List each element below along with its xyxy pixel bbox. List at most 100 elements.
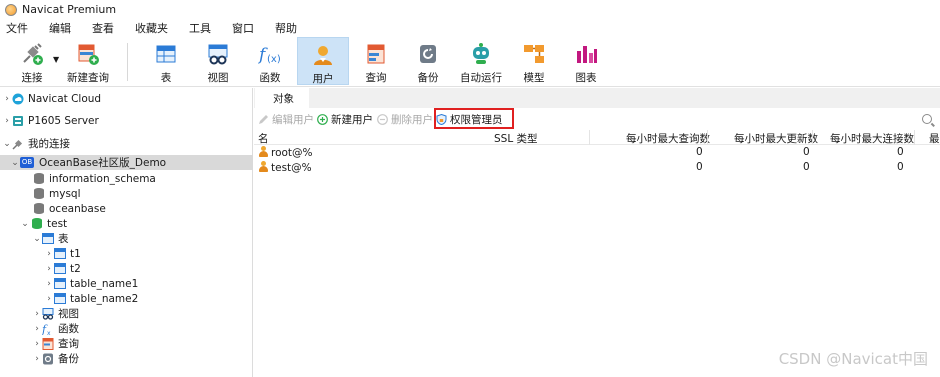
grid-header: 名 SSL 类型 每小时最大查询数 每小时最大更新数 每小时最大连接数 最 <box>254 130 940 145</box>
view-icon <box>206 42 230 66</box>
model-icon <box>522 42 546 66</box>
row-name-cell: root@% <box>258 146 313 159</box>
delete-user-button[interactable]: 删除用户 <box>377 111 433 128</box>
view-icon <box>42 307 54 320</box>
search-icon[interactable] <box>922 114 932 124</box>
column-divider[interactable] <box>914 130 915 145</box>
objects-panel: 对象 编辑用户 新建用户 删除用户 权限管理员 名 SSL 类型 每小时最大查询… <box>254 88 940 377</box>
collapse-chevron-icon[interactable]: ⌄ <box>2 139 12 149</box>
table-row[interactable]: test@% 0 0 0 <box>254 160 940 175</box>
tree-item-my-connections[interactable]: ⌄ 我的连接 <box>0 136 253 151</box>
backup-button[interactable]: 备份 <box>408 37 448 85</box>
tree-item-table[interactable]: › t2 <box>0 261 253 276</box>
tab-objects[interactable]: 对象 <box>255 88 309 108</box>
column-header-max-queries[interactable]: 每小时最大查询数 <box>626 131 710 146</box>
collapse-chevron-icon[interactable]: ⌄ <box>32 234 42 244</box>
new-user-button[interactable]: 新建用户 <box>317 111 373 128</box>
menu-file[interactable]: 文件 <box>0 20 35 36</box>
robot-icon <box>469 42 493 66</box>
add-circle-icon <box>317 114 328 125</box>
tree-item-tables[interactable]: ⌄ 表 <box>0 231 253 246</box>
view-button[interactable]: 视图 <box>198 37 238 85</box>
collapse-chevron-icon[interactable]: ⌄ <box>20 219 30 229</box>
query-button[interactable]: 查询 <box>356 37 396 85</box>
expand-chevron-icon[interactable]: › <box>32 339 42 349</box>
tree-item-queries[interactable]: › 查询 <box>0 336 253 351</box>
tree-item-views[interactable]: › 视图 <box>0 306 253 321</box>
menu-tools[interactable]: 工具 <box>183 20 218 36</box>
connect-label: 连接 <box>21 72 43 84</box>
tree-item-database[interactable]: oceanbase <box>0 201 253 216</box>
navigator-sidebar: › Navicat Cloud › P1605 Server ⌄ 我的连接 ⌄ … <box>0 88 253 377</box>
tree-item-backups[interactable]: › 备份 <box>0 351 253 366</box>
pencil-icon <box>258 114 269 125</box>
tree-item-table[interactable]: › table_name1 <box>0 276 253 291</box>
tree-label: information_schema <box>49 172 156 185</box>
tree-item-p1605-server[interactable]: › P1605 Server <box>0 113 253 128</box>
connect-dropdown-icon[interactable]: ▼ <box>53 55 59 64</box>
tree-item-database[interactable]: information_schema <box>0 171 253 186</box>
expand-chevron-icon[interactable]: › <box>32 354 42 364</box>
column-header-max-updates[interactable]: 每小时最大更新数 <box>734 131 818 146</box>
tree-label: test <box>47 217 68 230</box>
menu-favorites[interactable]: 收藏夹 <box>129 20 175 36</box>
expand-chevron-icon[interactable]: › <box>2 116 12 126</box>
tree-label: OceanBase社区版_Demo <box>39 157 167 169</box>
menu-bar: 文件 编辑 查看 收藏夹 工具 窗口 帮助 <box>0 19 940 37</box>
expand-chevron-icon[interactable]: › <box>2 94 12 104</box>
tree-item-functions[interactable]: › fx 函数 <box>0 321 253 337</box>
menu-window[interactable]: 窗口 <box>226 20 261 36</box>
menu-view[interactable]: 查看 <box>86 20 121 36</box>
tree-label: 表 <box>58 233 69 245</box>
function-button[interactable]: f (x) 函数 <box>250 37 290 85</box>
tree-label: t1 <box>70 247 81 260</box>
expand-chevron-icon[interactable]: › <box>44 279 54 289</box>
column-divider[interactable] <box>707 130 708 145</box>
tree-item-connection[interactable]: ⌄ OB OceanBase社区版_Demo <box>0 155 253 170</box>
database-icon <box>34 173 44 184</box>
model-button[interactable]: 模型 <box>514 37 554 85</box>
table-label: 表 <box>160 72 172 84</box>
connect-button[interactable]: 连接 <box>14 37 50 85</box>
expand-chevron-icon[interactable]: › <box>32 324 42 334</box>
tree-label: 我的连接 <box>28 138 70 150</box>
row-max-updates-cell: 0 <box>803 161 810 173</box>
column-header-truncated[interactable]: 最 <box>929 131 940 146</box>
menu-help[interactable]: 帮助 <box>269 20 304 36</box>
new-query-icon <box>76 42 100 66</box>
expand-chevron-icon[interactable]: › <box>44 249 54 259</box>
tree-item-database-test[interactable]: ⌄ test <box>0 216 253 231</box>
tree-label: 查询 <box>58 338 79 350</box>
function-icon: f (x) <box>257 42 282 66</box>
tree-item-table[interactable]: › table_name2 <box>0 291 253 306</box>
collapse-chevron-icon[interactable]: ⌄ <box>10 158 20 168</box>
new-query-button[interactable]: 新建查询 <box>66 37 110 85</box>
edit-user-button[interactable]: 编辑用户 <box>258 111 314 128</box>
oceanbase-icon: OB <box>20 156 34 168</box>
chart-button[interactable]: 图表 <box>566 37 606 85</box>
database-icon <box>34 203 44 214</box>
table-icon <box>42 233 54 244</box>
column-divider[interactable] <box>589 130 590 145</box>
tree-item-database[interactable]: mysql <box>0 186 253 201</box>
expand-chevron-icon[interactable]: › <box>44 294 54 304</box>
expand-chevron-icon[interactable]: › <box>44 264 54 274</box>
plug-icon <box>20 42 44 66</box>
user-button[interactable]: 用户 <box>297 37 349 85</box>
tree-label: mysql <box>49 187 81 200</box>
backup-icon <box>416 42 440 66</box>
tree-item-table[interactable]: › t1 <box>0 246 253 261</box>
view-label: 视图 <box>207 72 229 84</box>
table-button[interactable]: 表 <box>146 37 186 85</box>
tree-item-navicat-cloud[interactable]: › Navicat Cloud <box>0 91 253 106</box>
menu-edit[interactable]: 编辑 <box>43 20 78 36</box>
chart-label: 图表 <box>575 72 597 84</box>
expand-chevron-icon[interactable]: › <box>32 309 42 319</box>
column-header-name[interactable]: 名 <box>258 131 269 146</box>
table-row[interactable]: root@% 0 0 0 <box>254 145 940 160</box>
column-header-ssl[interactable]: SSL 类型 <box>494 131 538 146</box>
tree-label: t2 <box>70 262 81 275</box>
column-divider[interactable] <box>812 130 813 145</box>
automation-button[interactable]: 自动运行 <box>459 37 503 85</box>
column-header-max-connections[interactable]: 每小时最大连接数 <box>830 131 914 146</box>
